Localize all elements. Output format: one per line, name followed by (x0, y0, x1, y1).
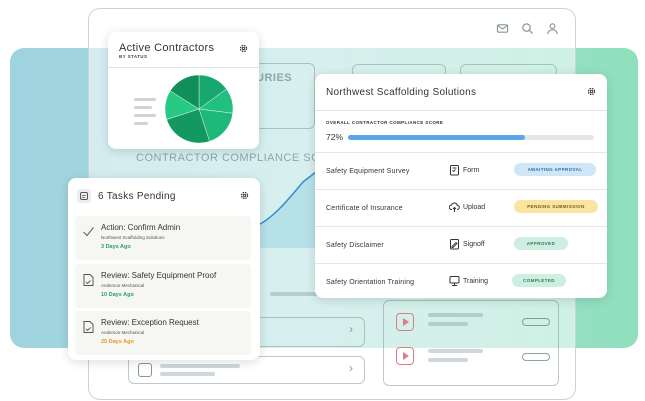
row-divider (315, 263, 607, 264)
document-icon (83, 321, 94, 333)
task-age: 10 Days Ago (101, 292, 134, 298)
mail-icon[interactable] (496, 22, 509, 35)
requirement-type-label: Upload (463, 203, 486, 211)
placeholder-line (428, 322, 468, 326)
window-toolbar (496, 22, 559, 35)
row-divider (315, 226, 607, 227)
requirement-type-label: Signoff (463, 240, 485, 248)
play-icon (396, 313, 414, 331)
background-pill (522, 353, 550, 361)
contractor-status-pie[interactable] (164, 74, 234, 144)
requirement-type: Training (449, 275, 488, 287)
upload-icon (449, 202, 460, 212)
gear-icon[interactable] (586, 86, 597, 97)
task-age: 25 Days Ago (101, 339, 134, 345)
compliance-progress-track (348, 135, 594, 140)
play-icon (396, 347, 414, 365)
form-icon (450, 165, 459, 176)
chevron-right-icon: › (349, 322, 353, 336)
requirement-name: Certificate of Insurance (326, 205, 403, 212)
requirement-name: Safety Equipment Survey (326, 168, 410, 175)
task-age: 3 Days Ago (101, 244, 131, 250)
status-badge: AWAITING APPROVAL (514, 163, 596, 176)
requirement-row[interactable]: Safety Orientation Training Training COM… (315, 266, 607, 303)
background-pill (522, 318, 550, 326)
task-title: Review: Safety Equipment Proof (101, 271, 217, 280)
requirement-type: Form (449, 164, 479, 176)
compliance-progress-fill (348, 135, 526, 140)
tasks-pending-card[interactable]: 6 Tasks Pending Action: Confirm Admin No… (68, 178, 260, 360)
tasks-icon (77, 189, 91, 203)
active-contractors-card[interactable]: Active Contractors BY STATUS (108, 32, 259, 149)
task-title: Action: Confirm Admin (101, 223, 181, 232)
row-divider (315, 189, 607, 190)
card-divider (315, 152, 607, 153)
compliance-score-panel-label: CONTRACTOR COMPLIANCE SCORE (136, 152, 345, 164)
requirement-type-label: Training (463, 277, 489, 285)
requirement-row[interactable]: Safety Equipment Survey Form AWAITING AP… (315, 155, 607, 192)
placeholder-line (160, 364, 240, 368)
task-item[interactable]: Action: Confirm Admin Northwest Scaffold… (75, 216, 251, 260)
gear-icon[interactable] (239, 190, 250, 201)
placeholder-line (428, 313, 483, 317)
requirement-type: Upload (449, 201, 485, 213)
gear-icon[interactable] (238, 43, 249, 54)
placeholder-line (428, 349, 483, 353)
card-divider (108, 67, 259, 68)
search-icon[interactable] (521, 22, 534, 35)
user-icon[interactable] (546, 22, 559, 35)
active-contractors-title: Active Contractors (119, 42, 215, 54)
requirement-name: Safety Orientation Training (326, 279, 415, 286)
requirement-type-label: Form (463, 166, 480, 174)
chevron-right-icon: › (349, 361, 353, 375)
placeholder-line (428, 358, 468, 362)
status-badge: APPROVED (514, 237, 568, 250)
check-icon (83, 227, 94, 237)
task-item[interactable]: Review: Safety Equipment Proof Anderson … (75, 264, 251, 308)
compliance-score-value: 72% (326, 132, 344, 142)
list-icon (138, 363, 152, 377)
compliance-score-label: OVERALL CONTRACTOR COMPLIANCE SCORE (326, 120, 444, 125)
tasks-title: 6 Tasks Pending (98, 191, 176, 202)
placeholder-line (270, 292, 320, 296)
task-item[interactable]: Review: Exception Request Anderson Mecha… (75, 311, 251, 355)
legend-placeholder (134, 98, 156, 130)
signoff-icon (450, 239, 459, 250)
task-title: Review: Exception Request (101, 318, 199, 327)
active-contractors-subtitle: BY STATUS (119, 54, 148, 59)
task-detail: Anderson Mechanical (101, 283, 145, 288)
requirement-row[interactable]: Certificate of Insurance Upload PENDING … (315, 192, 607, 229)
requirement-name: Safety Disclaimer (326, 242, 384, 249)
task-detail: Anderson Mechanical (101, 330, 145, 335)
task-detail: Northwest Scaffolding Solutions (101, 235, 165, 240)
requirement-row[interactable]: Safety Disclaimer Signoff APPROVED (315, 229, 607, 266)
injuries-panel-label: URIES (256, 72, 293, 84)
card-divider (315, 110, 607, 111)
requirement-type: Signoff (449, 238, 485, 250)
background-list-row (128, 356, 365, 384)
status-badge: PENDING SUBMISSION (514, 200, 598, 213)
contractor-detail-card[interactable]: Northwest Scaffolding Solutions OVERALL … (315, 74, 607, 298)
document-icon (83, 274, 94, 286)
training-icon (449, 276, 460, 286)
compliance-score-chart (258, 171, 316, 248)
contractor-name: Northwest Scaffolding Solutions (326, 87, 477, 98)
placeholder-line (160, 372, 215, 376)
status-badge: COMPLETED (512, 274, 566, 287)
